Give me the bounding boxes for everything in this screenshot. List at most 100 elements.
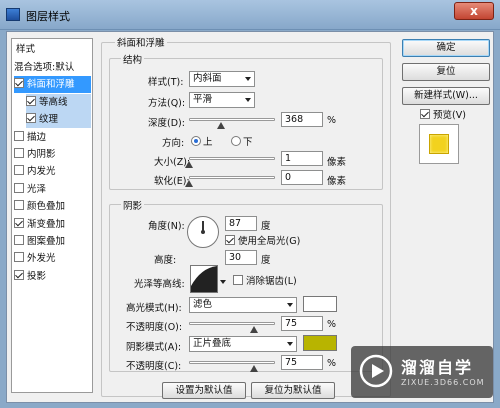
highlight-opacity-input[interactable]: 75	[281, 316, 323, 331]
size-input[interactable]: 1	[281, 151, 323, 166]
style-preview	[419, 124, 459, 164]
checkbox-checked-icon[interactable]	[14, 78, 24, 89]
preview-checkbox[interactable]: 预览(V)	[420, 107, 466, 121]
chevron-down-icon	[245, 98, 251, 102]
checkbox-checked-icon[interactable]	[26, 95, 36, 106]
angle-input[interactable]: 87	[225, 216, 257, 231]
sidebar-item-label: 等高线	[39, 96, 68, 108]
checkbox-unchecked-icon[interactable]	[14, 182, 24, 193]
sidebar-item[interactable]: 外发光	[14, 250, 91, 267]
sidebar-item[interactable]: 光泽	[14, 181, 91, 198]
depth-slider-track[interactable]	[189, 118, 275, 121]
checkbox-checked-icon[interactable]	[14, 269, 24, 280]
watermark-url: ZIXUE.3D66.COM	[401, 378, 485, 387]
depth-unit: %	[327, 115, 337, 126]
sidebar-item[interactable]: 颜色叠加	[14, 198, 91, 215]
sidebar-item-label: 混合选项:默认	[14, 62, 75, 73]
sidebar-item[interactable]: 描边	[14, 129, 91, 146]
angle-center-dot	[201, 230, 205, 234]
checkbox-unchecked-icon[interactable]	[14, 165, 24, 176]
sidebar-item-label: 内阴影	[27, 149, 56, 160]
highlight-opacity-track[interactable]	[189, 322, 275, 325]
highlight-opacity-label: 不透明度(O):	[126, 322, 183, 333]
technique-label: 方法(Q):	[148, 98, 186, 109]
checkbox-unchecked-icon[interactable]	[14, 200, 24, 211]
altitude-label: 高度:	[154, 255, 177, 266]
play-logo-icon	[359, 354, 393, 388]
sidebar-item-label: 图案叠加	[27, 236, 66, 247]
sidebar-item[interactable]: 渐变叠加	[14, 216, 91, 233]
direction-label: 方向:	[162, 138, 185, 149]
sidebar-item[interactable]: 纹理	[26, 111, 91, 129]
checkbox-checked-icon[interactable]	[26, 113, 36, 124]
depth-input[interactable]: 368	[281, 112, 323, 127]
highlight-color-swatch[interactable]	[303, 296, 337, 312]
soften-slider-track[interactable]	[189, 176, 275, 179]
highlight-mode-dropdown[interactable]: 滤色	[189, 297, 297, 313]
shadow-opacity-thumb[interactable]	[249, 365, 258, 372]
shadow-opacity-track[interactable]	[189, 361, 275, 364]
chevron-down-icon	[287, 303, 293, 307]
sidebar-item[interactable]: 内发光	[14, 163, 91, 180]
preview-swatch	[429, 134, 449, 154]
sidebar-item-label: 内发光	[27, 166, 56, 178]
size-unit: 像素	[327, 157, 347, 168]
angle-dial[interactable]	[187, 216, 219, 248]
reset-default-button[interactable]: 复位为默认值	[251, 382, 335, 399]
sidebar-item-label: 渐变叠加	[27, 218, 66, 230]
altitude-unit: 度	[261, 255, 271, 266]
chevron-down-icon	[220, 280, 226, 284]
sidebar-item[interactable]: 混合选项:默认	[14, 59, 91, 76]
direction-up-radio[interactable]: 上	[191, 134, 213, 148]
size-slider-track[interactable]	[189, 157, 275, 160]
size-slider-thumb[interactable]	[185, 161, 193, 168]
shading-title: 阴影	[121, 198, 145, 212]
angle-unit: 度	[261, 221, 271, 232]
depth-label: 深度(D):	[148, 118, 185, 129]
altitude-input[interactable]: 30	[225, 250, 257, 265]
sidebar-item-label: 光泽	[27, 183, 47, 195]
shadow-mode-dropdown[interactable]: 正片叠底	[189, 336, 297, 352]
styles-list: 样式 混合选项:默认 斜面和浮雕 等高线 纹理 描边 内阴影 内发光 光泽 颜色叠加 渐变叠加 图案…	[11, 38, 93, 393]
sidebar-item[interactable]: 图案叠加	[14, 233, 91, 250]
title-bar: 图层样式 x	[0, 0, 500, 30]
sidebar-item-label: 纹理	[39, 114, 59, 126]
window-title: 图层样式	[26, 10, 70, 23]
checkbox-unchecked-icon[interactable]	[14, 130, 24, 141]
shadow-mode-label: 阴影模式(A):	[126, 342, 182, 353]
checkbox-checked-icon[interactable]	[14, 217, 24, 228]
shadow-color-swatch[interactable]	[303, 335, 337, 351]
new-style-button[interactable]: 新建样式(W)...	[402, 87, 490, 105]
sidebar-item[interactable]: 内阴影	[14, 146, 91, 163]
dialog-body: 样式 混合选项:默认 斜面和浮雕 等高线 纹理 描边 内阴影 内发光 光泽 颜色叠加 渐变叠加 图案…	[6, 31, 494, 403]
gloss-contour-arrow[interactable]	[220, 276, 226, 287]
shadow-opacity-input[interactable]: 75	[281, 355, 323, 370]
sidebar-item[interactable]: 斜面和浮雕	[14, 76, 91, 94]
gloss-contour-picker[interactable]	[190, 265, 218, 293]
highlight-opacity-thumb[interactable]	[249, 326, 258, 333]
sidebar-item[interactable]: 投影	[14, 268, 91, 285]
antialias-checkbox[interactable]: 消除锯齿(L)	[233, 273, 297, 287]
checkbox-unchecked-icon[interactable]	[14, 148, 24, 158]
soften-slider-thumb[interactable]	[185, 180, 193, 187]
make-default-button[interactable]: 设置为默认值	[162, 382, 246, 399]
direction-down-radio[interactable]: 下	[231, 134, 253, 148]
close-button[interactable]: x	[454, 2, 494, 20]
global-light-checkbox[interactable]: 使用全局光(G)	[225, 233, 300, 247]
bevel-emboss-title: 斜面和浮雕	[115, 35, 167, 49]
sidebar-item[interactable]: 等高线	[26, 93, 91, 111]
checkbox-unchecked-icon[interactable]	[14, 252, 24, 263]
app-icon	[6, 8, 20, 21]
technique-dropdown[interactable]: 平滑	[189, 92, 255, 108]
soften-input[interactable]: 0	[281, 170, 323, 185]
reset-button[interactable]: 复位	[402, 63, 490, 81]
watermark-name: 溜溜自学	[401, 358, 474, 377]
style-dropdown[interactable]: 内斜面	[189, 71, 255, 87]
checkbox-unchecked-icon[interactable]	[14, 235, 24, 245]
highlight-mode-label: 高光模式(H):	[126, 303, 182, 314]
depth-slider-thumb[interactable]	[216, 122, 225, 129]
shadow-opacity-label: 不透明度(C):	[126, 361, 182, 372]
gloss-contour-label: 光泽等高线:	[134, 279, 185, 290]
ok-button[interactable]: 确定	[402, 39, 490, 57]
sidebar-item-label: 描边	[27, 131, 47, 143]
